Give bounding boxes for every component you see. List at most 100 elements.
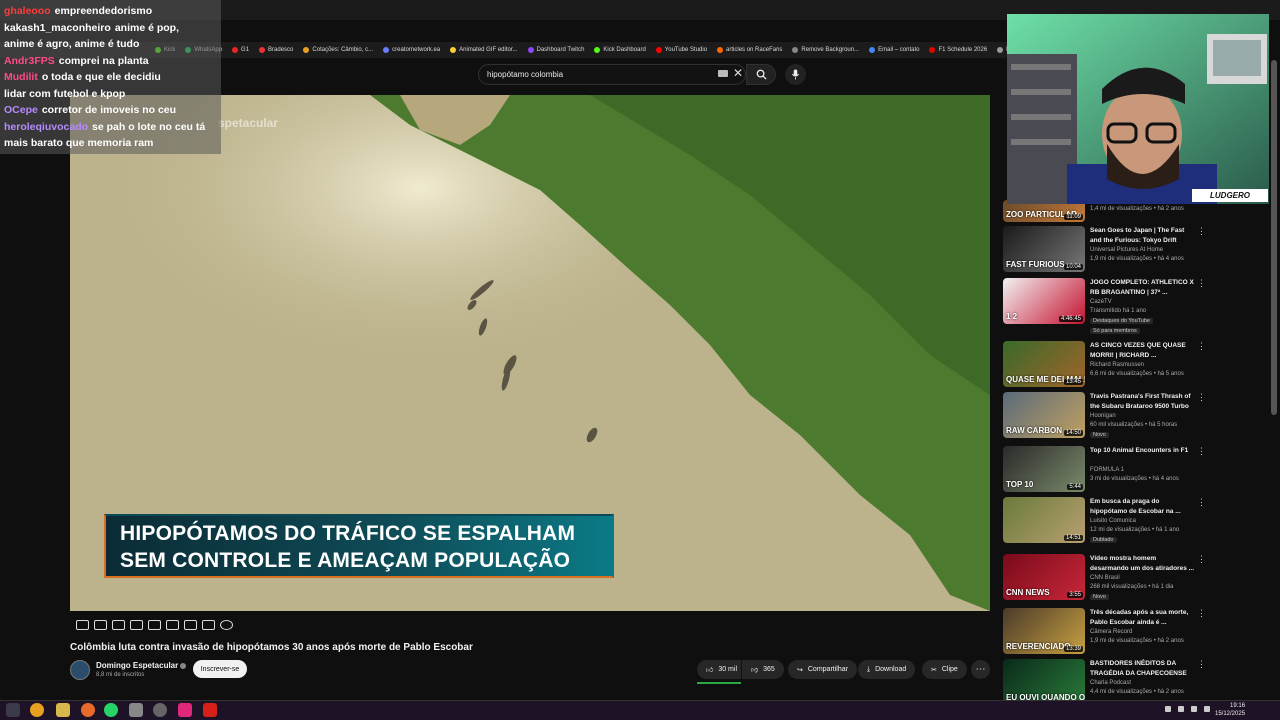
bookmark-item[interactable]: Dashboard Twitch xyxy=(527,47,584,53)
network-icon[interactable] xyxy=(1191,706,1197,712)
firefox-icon[interactable] xyxy=(81,703,95,717)
like-button[interactable]: 👍︎ 30 mil xyxy=(697,660,741,679)
app-icon[interactable] xyxy=(129,703,143,717)
more-options-icon[interactable]: ⋮ xyxy=(1197,278,1206,289)
bookmark-item[interactable]: Remove Backgroun... xyxy=(792,47,859,53)
voice-search-button[interactable] xyxy=(785,64,806,85)
speed-icon[interactable] xyxy=(184,620,197,630)
obs-icon[interactable] xyxy=(153,703,167,717)
camera-icon[interactable] xyxy=(202,620,215,630)
recommended-video[interactable]: CNN NEWS 3:55 Vídeo mostra homem desarmand… xyxy=(1003,554,1268,606)
video-title: Em busca da praga do hipopótamo de Escob… xyxy=(1090,498,1181,515)
subscribe-button[interactable]: Inscrever-se xyxy=(193,660,247,678)
bookmark-favicon-icon xyxy=(997,47,1004,53)
thumbnail-caption: 1 2 xyxy=(1006,312,1018,321)
microphone-icon xyxy=(791,69,800,80)
chat-message: heroleqiuvocado se pah o lote no ceu tá xyxy=(4,119,205,135)
video-thumbnail[interactable]: FAST FURIOUS 10:04 xyxy=(1003,226,1085,272)
recommended-video[interactable]: QUASE ME DEI MAL! 13:45 AS CINCO VEZES QUE… xyxy=(1003,341,1268,393)
video-thumbnail[interactable]: QUASE ME DEI MAL! 13:45 xyxy=(1003,341,1085,387)
settings-gear-icon[interactable] xyxy=(220,620,233,630)
search-button[interactable] xyxy=(746,64,776,85)
video-thumbnail[interactable]: CNN NEWS 3:55 xyxy=(1003,554,1085,600)
bookmark-item[interactable]: Kick Dashboard xyxy=(594,47,646,53)
start-icon[interactable] xyxy=(6,703,20,717)
video-thumbnail[interactable]: TOP 10 5:44 xyxy=(1003,446,1085,492)
app-red-icon[interactable] xyxy=(203,703,217,717)
more-actions-button[interactable]: ⋯ xyxy=(971,660,990,679)
video-thumbnail[interactable]: 1 2 4:46:45 xyxy=(1003,278,1085,324)
bookmark-label: G1 xyxy=(241,47,250,53)
thumbnail-caption: REVERENCIADO xyxy=(1006,642,1071,651)
theater-icon[interactable] xyxy=(130,620,143,630)
video-thumbnail[interactable]: EU OUVI QUANDO O MOTOR DESLIGOU xyxy=(1003,659,1085,705)
video-thumbnail[interactable]: REVERENCIADO 13:39 xyxy=(1003,608,1085,654)
bookmark-item[interactable]: Cotações: Câmbio, c... xyxy=(303,47,373,53)
recommended-video[interactable]: 14:51 Em busca da praga do hipopótamo de … xyxy=(1003,497,1268,549)
bookmark-favicon-icon xyxy=(259,47,266,53)
share-button[interactable]: ↪ Compartilhar xyxy=(788,660,857,679)
recommended-video[interactable]: TOP 10 5:44 Top 10 Animal Encounters in F1… xyxy=(1003,446,1268,498)
scrollbar[interactable] xyxy=(1271,60,1277,415)
bookmark-item[interactable]: G1 xyxy=(232,47,249,53)
more-options-icon[interactable]: ⋮ xyxy=(1197,659,1206,670)
loop-icon[interactable] xyxy=(76,620,89,630)
more-options-icon[interactable]: ⋮ xyxy=(1197,608,1206,619)
channel-name: CNN Brasil xyxy=(1090,575,1120,581)
audio-icon[interactable] xyxy=(94,620,107,630)
chat-username: Andr3FPS xyxy=(4,54,55,67)
bookmark-item[interactable]: F1 Schedule 2026 xyxy=(929,47,987,53)
more-options-icon[interactable]: ⋮ xyxy=(1197,554,1206,565)
video-duration: 3:55 xyxy=(1067,592,1083,598)
bookmark-item[interactable]: Email – contato xyxy=(869,47,919,53)
bookmark-favicon-icon xyxy=(655,47,662,53)
clip-button[interactable]: ✂ Clipe xyxy=(922,660,967,679)
recommended-video[interactable]: 1 2 4:46:45 JOGO COMPLETO: ATHLETICO X RB … xyxy=(1003,278,1268,334)
recommended-video[interactable]: REVERENCIADO 13:39 Três décadas após a sua… xyxy=(1003,608,1268,660)
video-badge: Novo xyxy=(1090,594,1109,600)
video-thumbnail[interactable]: RAW CARBON 14:50 xyxy=(1003,392,1085,438)
channel-name[interactable]: Domingo Espetacular xyxy=(96,661,187,670)
more-options-icon[interactable]: ⋮ xyxy=(1197,341,1206,352)
tray-icon[interactable] xyxy=(1178,706,1184,712)
thumbnail-caption: FAST FURIOUS xyxy=(1006,260,1065,269)
tray-icon[interactable] xyxy=(1165,706,1171,712)
bookmark-item[interactable]: Bradesco xyxy=(259,47,293,53)
lower-third-line2: SEM CONTROLE E AMEAÇAM POPULAÇÃO xyxy=(120,549,571,572)
chat-text: o toda e que ele decidiu xyxy=(41,71,161,83)
channel-avatar[interactable] xyxy=(70,660,90,680)
download-button[interactable]: ⤓ Download xyxy=(858,660,916,679)
chrome-icon[interactable] xyxy=(30,703,44,717)
recommended-video[interactable]: FAST FURIOUS 10:04 Sean Goes to Japan | Th… xyxy=(1003,226,1268,278)
video-badge: Novo xyxy=(1090,432,1109,438)
screenshot-icon[interactable] xyxy=(112,620,125,630)
miniplayer-icon[interactable] xyxy=(148,620,161,630)
volume-icon[interactable] xyxy=(1204,706,1210,712)
video-duration: 5:44 xyxy=(1067,484,1083,490)
bookmark-item[interactable]: creatornetwork.ea xyxy=(383,47,440,53)
members-badge: Só para membros xyxy=(1090,328,1140,334)
more-options-icon[interactable]: ⋮ xyxy=(1197,226,1206,237)
subtitles-icon[interactable] xyxy=(166,620,179,630)
video-duration: 14:50 xyxy=(1063,430,1083,436)
whatsapp-icon[interactable] xyxy=(104,703,118,717)
video-duration: 13:39 xyxy=(1063,646,1083,652)
search-input[interactable]: hipopótamo colombia xyxy=(478,64,746,85)
folder-icon[interactable] xyxy=(56,703,70,717)
more-options-icon[interactable]: ⋮ xyxy=(1197,446,1206,457)
bookmark-item[interactable]: articles on RaceFans xyxy=(717,47,782,53)
thumbnail-caption: CNN NEWS xyxy=(1006,588,1050,597)
app-pink-icon[interactable] xyxy=(178,703,192,717)
dislike-button[interactable]: 👎︎ 365 xyxy=(742,660,784,679)
bookmark-item[interactable]: YouTube Studio xyxy=(655,47,707,53)
keyboard-icon[interactable] xyxy=(718,70,728,77)
bookmark-label: creatornetwork.ea xyxy=(392,47,441,53)
more-options-icon[interactable]: ⋮ xyxy=(1197,497,1206,508)
video-thumbnail[interactable]: 14:51 xyxy=(1003,497,1085,543)
chat-username: heroleqiuvocado xyxy=(4,120,89,133)
more-options-icon[interactable]: ⋮ xyxy=(1197,392,1206,403)
system-clock[interactable]: 19:16 15/12/2025 xyxy=(1215,702,1245,718)
recommended-video[interactable]: RAW CARBON 14:50 Travis Pastrana's First T… xyxy=(1003,392,1268,444)
clear-search-icon[interactable]: ✕ xyxy=(733,66,743,80)
bookmark-item[interactable]: Animated GIF editor... xyxy=(450,47,518,53)
